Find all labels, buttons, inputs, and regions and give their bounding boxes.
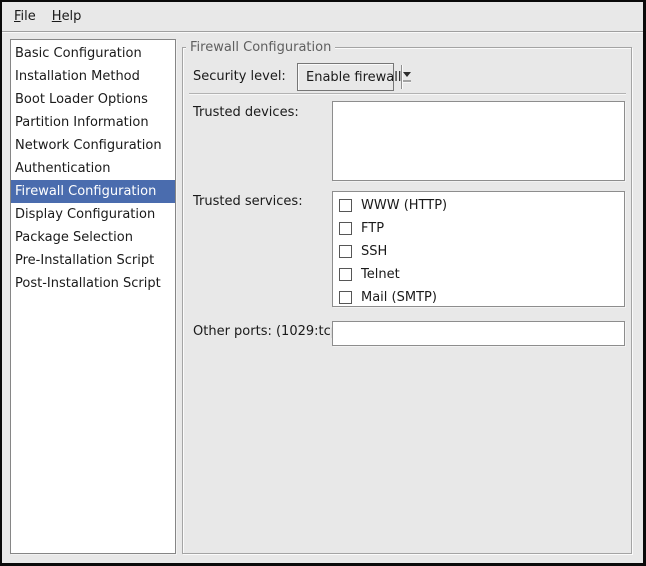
service-row-ssh[interactable]: SSH: [333, 240, 624, 263]
service-label: SSH: [361, 244, 387, 259]
checkbox-ftp[interactable]: [339, 222, 352, 235]
sidebar-item-network-configuration[interactable]: Network Configuration: [11, 134, 175, 157]
menu-help[interactable]: Help: [44, 6, 90, 27]
service-label: Mail (SMTP): [361, 290, 437, 305]
checkbox-www-http[interactable]: [339, 199, 352, 212]
service-label: WWW (HTTP): [361, 198, 447, 213]
menubar: File Help: [2, 2, 643, 32]
sidebar-item-post-installation-script[interactable]: Post-Installation Script: [11, 272, 175, 295]
security-level-value: Enable firewall: [298, 64, 401, 90]
sidebar-item-authentication[interactable]: Authentication: [11, 157, 175, 180]
sidebar-item-firewall-configuration[interactable]: Firewall Configuration: [11, 180, 175, 203]
security-level-dropdown[interactable]: Enable firewall: [297, 63, 394, 91]
service-row-ftp[interactable]: FTP: [333, 217, 624, 240]
other-ports-label: Other ports: (1029:tcp): [193, 324, 344, 339]
checkbox-mail-smtp[interactable]: [339, 291, 352, 304]
menu-file-label: ile: [21, 9, 36, 24]
frame-title: Firewall Configuration: [186, 39, 335, 56]
sidebar-item-display-configuration[interactable]: Display Configuration: [11, 203, 175, 226]
security-level-label: Security level:: [193, 69, 286, 84]
dropdown-arrow-icon: [403, 64, 411, 90]
horizontal-separator: [189, 93, 626, 95]
sidebar-item-basic-configuration[interactable]: Basic Configuration: [11, 42, 175, 65]
section-list: Basic Configuration Installation Method …: [10, 39, 176, 554]
sidebar-item-package-selection[interactable]: Package Selection: [11, 226, 175, 249]
trusted-services-label: Trusted services:: [193, 194, 303, 209]
service-row-mail-smtp[interactable]: Mail (SMTP): [333, 286, 624, 307]
menu-help-mnemonic: H: [52, 9, 62, 24]
menu-file[interactable]: File: [6, 6, 44, 27]
checkbox-ssh[interactable]: [339, 245, 352, 258]
service-label: Telnet: [361, 267, 400, 282]
checkbox-telnet[interactable]: [339, 268, 352, 281]
menu-help-label: elp: [62, 9, 82, 24]
service-row-www-http[interactable]: WWW (HTTP): [333, 194, 624, 217]
sidebar-item-partition-information[interactable]: Partition Information: [11, 111, 175, 134]
trusted-devices-label: Trusted devices:: [193, 105, 299, 120]
firewall-configuration-frame: Firewall Configuration Security level: E…: [182, 47, 632, 554]
kickstart-configurator-window: File Help Basic Configuration Installati…: [0, 0, 646, 566]
sidebar-item-boot-loader-options[interactable]: Boot Loader Options: [11, 88, 175, 111]
service-label: FTP: [361, 221, 384, 236]
trusted-services-list: WWW (HTTP) FTP SSH Telnet Mail (SMTP): [332, 191, 625, 307]
other-ports-input[interactable]: [332, 321, 625, 346]
service-row-telnet[interactable]: Telnet: [333, 263, 624, 286]
trusted-devices-list[interactable]: [332, 101, 625, 181]
sidebar-item-installation-method[interactable]: Installation Method: [11, 65, 175, 88]
sidebar-item-pre-installation-script[interactable]: Pre-Installation Script: [11, 249, 175, 272]
